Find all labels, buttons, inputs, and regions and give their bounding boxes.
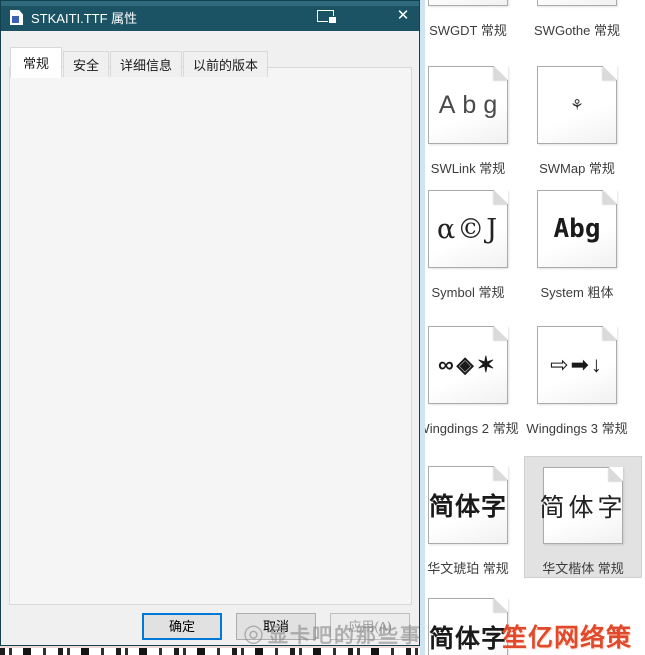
font-item-system[interactable]: Abg System 粗体 [523,190,631,301]
page-fold-icon [494,326,508,340]
properties-dialog: STKAITI.TTF 属性 ✕ 常规安全详细信息以前的版本 A 文件类型: T… [0,0,420,646]
font-preview-glyph: 简体字 [429,493,508,521]
close-icon[interactable]: ✕ [391,5,415,27]
font-item-swlink[interactable]: Abg SWLink 常规 [420,66,522,177]
page-fold-icon [603,190,617,204]
watermark-center-text: 显卡吧的那些事 [267,625,422,647]
font-preview-glyph: ⚘ [570,97,584,114]
tab-page-general [9,67,412,605]
font-item-label: SWMap 常规 [539,161,615,176]
watermark-corner-red: 笙亿网络策划 [502,624,633,652]
font-file-preview-icon: 简体字 [428,598,508,655]
font-item-label: SWLink 常规 [430,161,506,176]
font-file-preview-icon: Abg [428,66,508,144]
window-icon[interactable] [317,10,337,24]
font-item-swmap[interactable]: ⚘ SWMap 常规 [523,66,631,177]
font-item-huawen-kaiti-selected[interactable]: 简体字 华文楷体 常规 [524,456,642,578]
tab-previous-versions[interactable]: 以前的版本 [183,51,269,77]
page-fold-icon [609,467,623,481]
font-file-preview-icon [428,0,508,6]
font-item-swgothe[interactable]: SWGothe 常规 [523,0,631,39]
font-file-icon [10,10,23,25]
watermark-logo-icon: ◎ [243,620,266,647]
font-item-symbol[interactable]: α©J Symbol 常规 [420,190,522,301]
screen: SWGDT 常规 SWGothe 常规 Abg SWLink 常规 ⚘ SWMa… [0,0,645,655]
font-file-preview-icon: 简体字 [428,466,508,544]
window-title: STKAITI.TTF 属性 [31,11,138,26]
tab-security[interactable]: 安全 [63,51,110,77]
font-preview-glyph: 简体字 [539,492,627,522]
font-item-label: Wingdings 3 常规 [526,421,628,436]
font-item-label: SWGothe 常规 [534,23,620,38]
font-item-label: 华文琥珀 常规 [427,561,509,576]
font-file-preview-icon: α©J [428,190,508,268]
font-item-huawen-hupo[interactable]: 简体字 华文琥珀 常规 [420,466,522,577]
font-file-preview-icon: Abg [537,190,617,268]
tab-strip: 常规 安全 详细信息 以前的版本 [10,46,269,78]
font-file-preview-icon: ∞◈✶ [428,326,508,404]
font-item-label: SWGDT 常规 [429,23,507,38]
page-fold-icon [494,598,508,612]
font-preview-glyph: Abg [438,90,505,119]
page-fold-icon [494,66,508,80]
font-preview-glyph: ∞◈✶ [437,352,499,377]
tab-general[interactable]: 常规 [10,47,63,78]
page-fold-icon [603,66,617,80]
panel-left-edge [420,0,425,655]
font-item-label: System 粗体 [540,285,614,300]
font-preview-glyph: α©J [436,213,500,245]
font-item-label: Wingdings 2 常规 [420,421,519,436]
font-item-swgdt[interactable]: SWGDT 常规 [420,0,522,39]
titlebar-highlight [1,1,419,6]
font-file-preview-icon [537,0,617,6]
font-file-preview-icon: ⚘ [537,66,617,144]
font-preview-glyph: 简体字 [429,625,508,653]
font-item-wingdings2[interactable]: ∞◈✶ Wingdings 2 常规 [420,326,522,437]
font-item-wingdings3[interactable]: ⇨➡↓ Wingdings 3 常规 [523,326,631,437]
font-list-panel: SWGDT 常规 SWGothe 常规 Abg SWLink 常规 ⚘ SWMa… [420,0,645,655]
font-item-label: Symbol 常规 [431,285,505,300]
font-item-label: 华文楷体 常规 [542,561,624,576]
tab-details[interactable]: 详细信息 [110,51,183,77]
titlebar[interactable]: STKAITI.TTF 属性 ✕ [1,1,419,31]
page-fold-icon [494,466,508,480]
font-preview-glyph: Abg [553,214,601,244]
font-file-preview-icon: ⇨➡↓ [537,326,617,404]
watermark-center: ◎ 显卡吧的那些事 [243,619,422,648]
font-file-preview-icon: 简体字 [540,467,623,544]
ok-button[interactable]: 确定 [142,613,222,640]
page-fold-icon [603,326,617,340]
page-fold-icon [494,190,508,204]
font-preview-glyph: ⇨➡↓ [550,352,604,377]
